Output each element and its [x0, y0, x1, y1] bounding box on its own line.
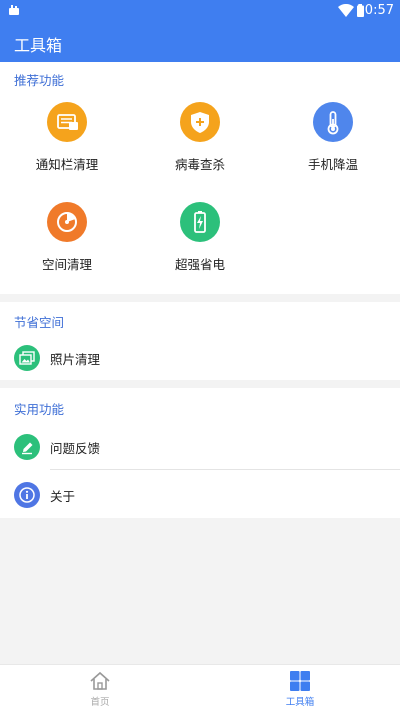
grid-label: 空间清理 [41, 257, 92, 272]
utilities-section: 实用功能 问题反馈 关于 [0, 388, 400, 518]
android-notification-icon [9, 5, 19, 15]
grid-label: 通知栏清理 [35, 157, 99, 172]
page-title: 工具箱 [14, 36, 63, 55]
grid-label: 手机降温 [307, 157, 358, 172]
bottom-nav: 首页 工具箱 [0, 664, 400, 710]
list-item-label: 关于 [50, 489, 76, 504]
info-icon [14, 482, 40, 508]
grid-item-cooling[interactable]: 手机降温 [266, 102, 400, 182]
save-space-section: 节省空间 照片清理 [0, 302, 400, 380]
tab-label: 首页 [90, 697, 110, 708]
tab-toolbox[interactable]: 工具箱 [200, 665, 400, 710]
grid-item-virus-scan[interactable]: 病毒查杀 [133, 102, 267, 182]
recommended-section: 推荐功能 通知栏清理 病毒查杀 手机降温 空间清理 超强省电 [0, 62, 400, 294]
grid-label: 超强省电 [174, 257, 225, 272]
section-title-recommended: 推荐功能 [14, 73, 65, 88]
app-bar: 工具箱 [0, 22, 400, 62]
status-time: 10:57 [356, 3, 394, 18]
divider [50, 469, 400, 470]
list-item-label: 照片清理 [50, 352, 101, 367]
grid-item-space-clean[interactable]: 空间清理 [0, 202, 134, 282]
section-title-utilities: 实用功能 [14, 402, 65, 417]
shield-plus-icon [180, 102, 220, 142]
photos-icon [14, 345, 40, 371]
grid-icon [290, 671, 310, 691]
disk-gauge-icon [47, 202, 87, 242]
list-item-about[interactable]: 关于 [0, 471, 400, 517]
grid-label: 病毒查杀 [174, 157, 225, 172]
tab-home[interactable]: 首页 [0, 665, 200, 710]
home-icon [90, 671, 110, 690]
section-title-save-space: 节省空间 [14, 315, 65, 330]
grid-item-notification-clean[interactable]: 通知栏清理 [0, 102, 134, 182]
list-item-feedback[interactable]: 问题反馈 [0, 423, 400, 469]
thermometer-icon [313, 102, 353, 142]
grid-item-power-save[interactable]: 超强省电 [133, 202, 267, 282]
battery-bolt-icon [180, 202, 220, 242]
list-item-label: 问题反馈 [50, 441, 101, 456]
list-item-photo-clean[interactable]: 照片清理 [0, 334, 400, 380]
notification-clean-icon [47, 102, 87, 142]
wifi-icon [338, 4, 354, 17]
tab-label: 工具箱 [285, 697, 315, 708]
pencil-icon [14, 434, 40, 460]
status-bar: 10:57 [0, 0, 400, 22]
